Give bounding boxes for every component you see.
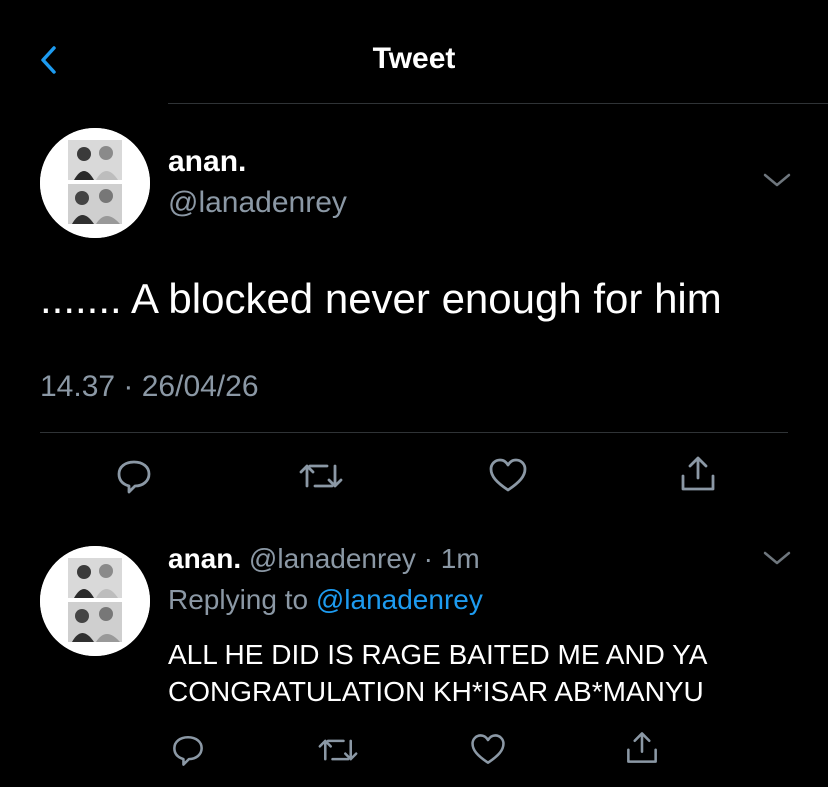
chevron-down-icon [763,173,791,187]
reply-text: ALL HE DID IS RAGE BAITED ME AND YA CONG… [168,636,808,710]
author-name[interactable]: anan. [168,145,246,179]
reply-text-line: ALL HE DID IS RAGE BAITED ME AND YA [168,639,708,670]
author-handle[interactable]: @lanadenrey [168,186,347,220]
retweet-icon [299,464,343,488]
reply-like-button[interactable] [468,730,508,775]
reply-avatar[interactable] [40,546,150,656]
reply-more-options-button[interactable] [762,548,792,568]
chevron-down-icon [763,551,791,565]
like-icon [471,734,505,764]
avatar[interactable] [40,128,150,238]
retweet-button[interactable] [297,454,345,503]
more-options-button[interactable] [762,170,792,190]
reply-header: anan. @lanadenrey · 1m [168,543,480,575]
profile-photo-icon [40,546,150,656]
top-bar: Tweet [0,0,828,104]
retweet-icon [318,739,358,761]
stats-divider [40,432,788,433]
reply-author-handle[interactable]: @lanadenrey [249,543,416,574]
tweet-text: ....... A blocked never enough for him [40,275,722,322]
reply-time[interactable]: 1m [441,543,480,574]
meta-separator: · [415,543,441,574]
replying-to-prefix: Replying to [168,584,316,615]
header-divider [168,103,828,104]
like-icon [489,458,527,492]
reply-author-name[interactable]: anan. [168,543,241,574]
reply-icon [173,736,203,766]
reply-icon [117,460,151,494]
share-button[interactable] [676,452,720,501]
reply-reply-button[interactable] [168,730,208,775]
like-button[interactable] [486,454,530,503]
reply-text-line: CONGRATULATION KH*ISAR AB*MANYU [168,676,704,707]
reply-share-button[interactable] [622,728,662,773]
tweet-timestamp[interactable]: 14.37 · 26/04/26 [40,370,259,404]
share-icon [627,732,657,763]
replying-to-line: Replying to @lanadenrey [168,584,483,616]
page-title: Tweet [372,42,456,75]
replying-to-mention[interactable]: @lanadenrey [316,584,483,615]
share-icon [681,456,715,491]
profile-photo-icon [40,128,150,238]
reply-retweet-button[interactable] [316,730,360,775]
reply-button[interactable] [112,454,156,503]
